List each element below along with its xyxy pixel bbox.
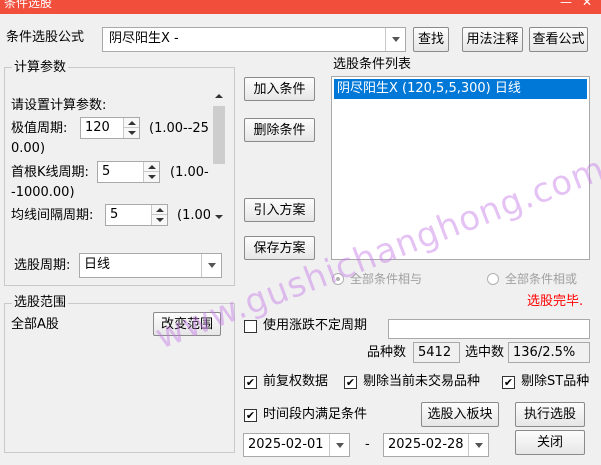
usage-notes-button[interactable]: 用法注释 [462, 27, 523, 52]
radio-all-and-label: 全部条件相与 [350, 272, 423, 286]
radio-all-or[interactable] [487, 273, 499, 285]
variable-period-field[interactable] [388, 319, 590, 339]
radio-all-or-label: 全部条件相或 [505, 272, 578, 286]
spin-down-icon[interactable] [144, 172, 159, 182]
time-range-checkbox[interactable]: ✔ [244, 409, 257, 422]
params-scrollbar[interactable] [210, 88, 228, 228]
date-separator: - [365, 437, 370, 452]
radio-all-and[interactable] [332, 273, 344, 285]
close-button[interactable]: 关闭 [515, 430, 585, 455]
param-input-extreme-period[interactable]: 120 [80, 117, 140, 139]
params-group-title: 计算参数 [12, 60, 69, 76]
spin-buttons[interactable] [143, 162, 159, 182]
adjusted-data-label: 前复权数据 [263, 374, 329, 389]
save-scheme-button[interactable]: 保存方案 [244, 236, 315, 260]
scroll-thumb[interactable] [213, 106, 225, 164]
chevron-down-icon[interactable] [468, 434, 488, 456]
count-value: 5412 [413, 342, 460, 363]
spin-buttons[interactable] [151, 205, 167, 225]
import-scheme-button[interactable]: 引入方案 [244, 198, 315, 222]
close-window-button[interactable]: ✕ [582, 0, 592, 9]
param-value: 5 [110, 207, 119, 222]
scope-group-title: 选股范围 [12, 295, 69, 311]
params-prompt: 请设置计算参数: [11, 98, 107, 113]
spin-down-icon[interactable] [152, 215, 167, 225]
exclude-st-checkbox[interactable]: ✔ [502, 376, 515, 389]
param-label-extreme-period: 极值周期: [11, 121, 68, 136]
param-input-first-kline[interactable]: 5 [97, 161, 160, 183]
spin-up-icon[interactable] [152, 205, 167, 215]
scope-value: 全部A股 [11, 317, 59, 332]
formula-select[interactable]: 阴尽阳生X - [102, 27, 406, 52]
status-text: 选股完毕. [527, 294, 584, 309]
conditions-list[interactable]: 阴尽阳生X (120,5,5,300) 日线 [331, 76, 590, 260]
add-condition-button[interactable]: 加入条件 [244, 77, 315, 101]
spin-down-icon[interactable] [124, 128, 139, 138]
selected-value: 136/2.5% [508, 342, 590, 363]
time-range-label: 时间段内满足条件 [263, 407, 368, 422]
date-from-picker[interactable]: 2025-02-01 [243, 433, 350, 457]
chevron-down-icon[interactable] [201, 254, 221, 277]
scroll-down-icon[interactable] [215, 215, 223, 219]
param-range: (1.00--25 [149, 121, 209, 136]
param-label-first-kline: 首根K线周期: [11, 165, 89, 180]
spin-up-icon[interactable] [124, 118, 139, 128]
param-range-cont: 0.00) [11, 141, 46, 156]
find-button[interactable]: 查找 [413, 27, 449, 52]
variable-period-label: 使用涨跌不定周期 [263, 318, 368, 333]
change-scope-button[interactable]: 改变范围 [153, 312, 221, 336]
scroll-up-icon[interactable] [215, 94, 223, 98]
period-value: 日线 [84, 257, 111, 272]
date-to-value: 2025-02-28 [388, 437, 464, 452]
window-title: 条件选股 [4, 0, 53, 10]
period-select[interactable]: 日线 [79, 253, 222, 278]
spin-up-icon[interactable] [144, 162, 159, 172]
exclude-untraded-checkbox[interactable]: ✔ [344, 376, 357, 389]
param-range-cont: -1000.00) [11, 185, 75, 200]
param-value: 5 [102, 164, 111, 179]
formula-value: 阴尽阳生X - [109, 31, 179, 46]
add-to-block-button[interactable]: 选股入板块 [421, 402, 499, 427]
param-label-ma-interval: 均线间隔周期: [11, 208, 94, 223]
adjusted-data-checkbox[interactable]: ✔ [244, 376, 257, 389]
run-selection-button[interactable]: 执行选股 [515, 402, 585, 427]
date-from-value: 2025-02-01 [248, 437, 324, 452]
list-item[interactable]: 阴尽阳生X (120,5,5,300) 日线 [334, 79, 587, 99]
chevron-down-icon[interactable] [329, 434, 349, 456]
param-range: (1.00 [177, 208, 212, 223]
variable-period-checkbox[interactable] [244, 320, 257, 333]
view-formula-button[interactable]: 查看公式 [529, 27, 588, 52]
param-input-ma-interval[interactable]: 5 [105, 204, 168, 226]
title-bar[interactable]: 条件选股 — ✕ [0, 0, 601, 14]
remove-condition-button[interactable]: 删除条件 [244, 118, 315, 142]
minimize-button[interactable]: — [560, 0, 572, 9]
exclude-st-label: 剔除ST品种 [521, 374, 590, 389]
count-label: 品种数 [367, 345, 407, 360]
chevron-down-icon[interactable] [385, 28, 405, 51]
conditions-title: 选股条件列表 [333, 57, 412, 72]
formula-label: 条件选股公式 [6, 30, 85, 45]
param-value: 120 [85, 120, 110, 135]
selected-label: 选中数 [465, 345, 505, 360]
period-label: 选股周期: [14, 258, 71, 273]
spin-buttons[interactable] [123, 118, 139, 138]
param-range: (1.00- [170, 165, 209, 180]
exclude-untraded-label: 剔除当前未交易品种 [363, 374, 481, 389]
date-to-picker[interactable]: 2025-02-28 [383, 433, 489, 457]
